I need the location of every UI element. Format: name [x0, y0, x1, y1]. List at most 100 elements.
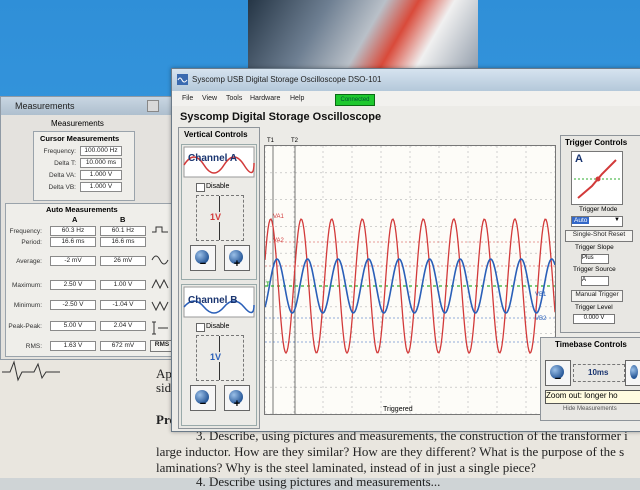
paper-line: 4. Describe using pictures and measureme…: [196, 474, 441, 489]
trigger-mode-label: Trigger Mode: [579, 206, 618, 213]
channel-a-disable-label: Disable: [206, 183, 230, 190]
trigger-status: Triggered: [383, 406, 413, 413]
channel-a-scale-box: 1V: [196, 195, 244, 241]
channel-a-decrease-button[interactable]: −: [190, 245, 216, 271]
app-title: Syscomp Digital Storage Oscilloscope: [180, 111, 382, 123]
channel-b-increase-button[interactable]: +: [224, 385, 250, 411]
cursor-delta-vb-value: 1.000 V: [80, 182, 122, 192]
vertical-controls-heading: Vertical Controls: [184, 130, 248, 139]
oscilloscope-display[interactable]: T1 T2 VA1 VA2 VB1 VB2 T: [264, 138, 556, 415]
auto-period-label: Period:: [21, 239, 42, 246]
trigger-slope-spinner[interactable]: Plus: [581, 254, 609, 264]
channel-a-panel: Channel A Disable 1V − +: [181, 144, 257, 280]
auto-measurements-heading: Auto Measurements: [46, 205, 118, 214]
trigger-mode-select[interactable]: Auto ▼: [571, 216, 623, 227]
trigger-slope-label: Trigger Slope: [575, 244, 614, 251]
auto-rms-label: RMS:: [25, 343, 42, 350]
cursor-measurements-panel: Cursor Measurements Frequency: 100.000 H…: [33, 131, 135, 201]
column-a-header: A: [72, 215, 78, 224]
average-icon: [151, 255, 169, 265]
auto-measurements-panel: Auto Measurements A B Frequency: 60.3 Hz…: [5, 203, 177, 357]
channel-b-decrease-button[interactable]: −: [190, 385, 216, 411]
timebase-decrease-button[interactable]: −: [545, 360, 571, 386]
trigger-level-value[interactable]: 0.000 V: [573, 314, 615, 324]
timebase-value: 10ms: [588, 368, 609, 377]
channel-a-label: Channel A: [188, 153, 238, 164]
auto-average-label: Average:: [16, 258, 42, 265]
trigger-marker[interactable]: T: [266, 282, 270, 288]
trigger-source-label: Trigger Source: [573, 266, 616, 273]
auto-maximum-b: 1.00 V: [100, 280, 146, 290]
auto-peak-peak-a: 5.00 V: [50, 321, 96, 331]
channel-b-disable-label: Disable: [206, 323, 230, 330]
cursor-frequency-value: 100.000 Hz: [80, 146, 122, 156]
minus-icon: −: [199, 398, 207, 410]
channel-a-scale: 1V: [210, 212, 222, 222]
auto-average-a: -2 mV: [50, 256, 96, 266]
trigger-indicator: A: [571, 151, 623, 205]
auto-peak-peak-b: 2.04 V: [100, 321, 146, 331]
auto-peak-peak-label: Peak-Peak:: [8, 323, 42, 330]
trigger-level-label: Trigger Level: [575, 304, 613, 311]
trigger-controls-panel: Trigger Controls A Trigger Mode Auto ▼ S…: [560, 135, 640, 333]
auto-period-a: 16.6 ms: [50, 237, 96, 247]
timebase-controls-panel: Timebase Controls − 10ms Zoom out: longe…: [540, 337, 640, 421]
menu-view[interactable]: View: [202, 95, 217, 102]
minus-icon: −: [199, 258, 207, 270]
measurements-window: Measurements Measurements Cursor Measure…: [0, 96, 180, 360]
trigger-mode-value: Auto: [572, 217, 590, 224]
cursor-delta-t-value: 10.000 ms: [80, 158, 122, 168]
app-icon: [177, 74, 188, 85]
va2-label: VA2: [273, 238, 284, 244]
chevron-down-icon: ▼: [614, 217, 620, 223]
timebase-value-box: 10ms: [573, 364, 625, 382]
cursor-delta-vb-label: Delta VB:: [48, 184, 76, 191]
cursor-t2-label: T2: [291, 138, 299, 144]
minimum-icon: [151, 300, 169, 312]
auto-average-b: 26 mV: [100, 256, 146, 266]
channel-a-disable-checkbox[interactable]: [196, 183, 205, 192]
manual-trigger-button[interactable]: Manual Trigger: [571, 290, 623, 302]
column-b-header: B: [120, 215, 126, 224]
trigger-channel-label: A: [575, 153, 583, 165]
auto-frequency-b: 60.1 Hz: [100, 226, 146, 236]
cursor-delta-t-label: Delta T:: [54, 160, 76, 167]
cursor-delta-va-value: 1.000 V: [80, 170, 122, 180]
restore-button[interactable]: [147, 100, 159, 112]
single-shot-reset-button[interactable]: Single-Shot Reset: [565, 230, 633, 242]
auto-minimum-a: -2.50 V: [50, 300, 96, 310]
measurement-type-icons: [151, 226, 169, 335]
cursor-measurements-heading: Cursor Measurements: [40, 134, 120, 143]
auto-frequency-label: Frequency:: [9, 228, 42, 235]
vertical-controls-panel: Vertical Controls Channel A Disable 1V −…: [178, 127, 260, 429]
connected-status-badge: Connected: [335, 94, 375, 106]
menu-file[interactable]: File: [182, 95, 193, 102]
hide-measurements-link[interactable]: Hide Measurements: [563, 406, 617, 412]
waveform-plot: [264, 145, 556, 415]
timebase-controls-heading: Timebase Controls: [555, 340, 627, 349]
auto-frequency-a: 60.3 Hz: [50, 226, 96, 236]
trigger-source-value: A: [582, 277, 587, 283]
menu-tools[interactable]: Tools: [226, 95, 242, 102]
plus-icon: +: [233, 258, 241, 270]
channel-a-increase-button[interactable]: +: [224, 245, 250, 271]
channel-b-label: Channel B: [188, 295, 238, 306]
zoom-tooltip: Zoom out: longer ho: [545, 390, 640, 404]
auto-period-b: 16.6 ms: [100, 237, 146, 247]
oscilloscope-titlebar[interactable]: Syscomp USB Digital Storage Oscilloscope…: [172, 69, 640, 91]
trigger-source-spinner[interactable]: A: [581, 276, 609, 286]
trigger-controls-heading: Trigger Controls: [565, 138, 628, 147]
va1-label: VA1: [273, 214, 284, 220]
menu-help[interactable]: Help: [290, 95, 304, 102]
paper-line: large inductor. How are they similar? Ho…: [156, 444, 625, 459]
auto-minimum-b: -1.04 V: [100, 300, 146, 310]
channel-b-panel: Channel B Disable 1V − +: [181, 284, 257, 426]
minus-icon: −: [554, 373, 562, 385]
channel-b-disable-checkbox[interactable]: [196, 323, 205, 332]
timebase-increase-button[interactable]: [625, 360, 640, 386]
cursor-t1-label: T1: [267, 138, 275, 144]
frequency-icon: [152, 226, 168, 233]
measurements-titlebar[interactable]: Measurements: [1, 97, 179, 115]
menu-hardware[interactable]: Hardware: [250, 95, 280, 102]
oscilloscope-window: Syscomp USB Digital Storage Oscilloscope…: [171, 68, 640, 432]
